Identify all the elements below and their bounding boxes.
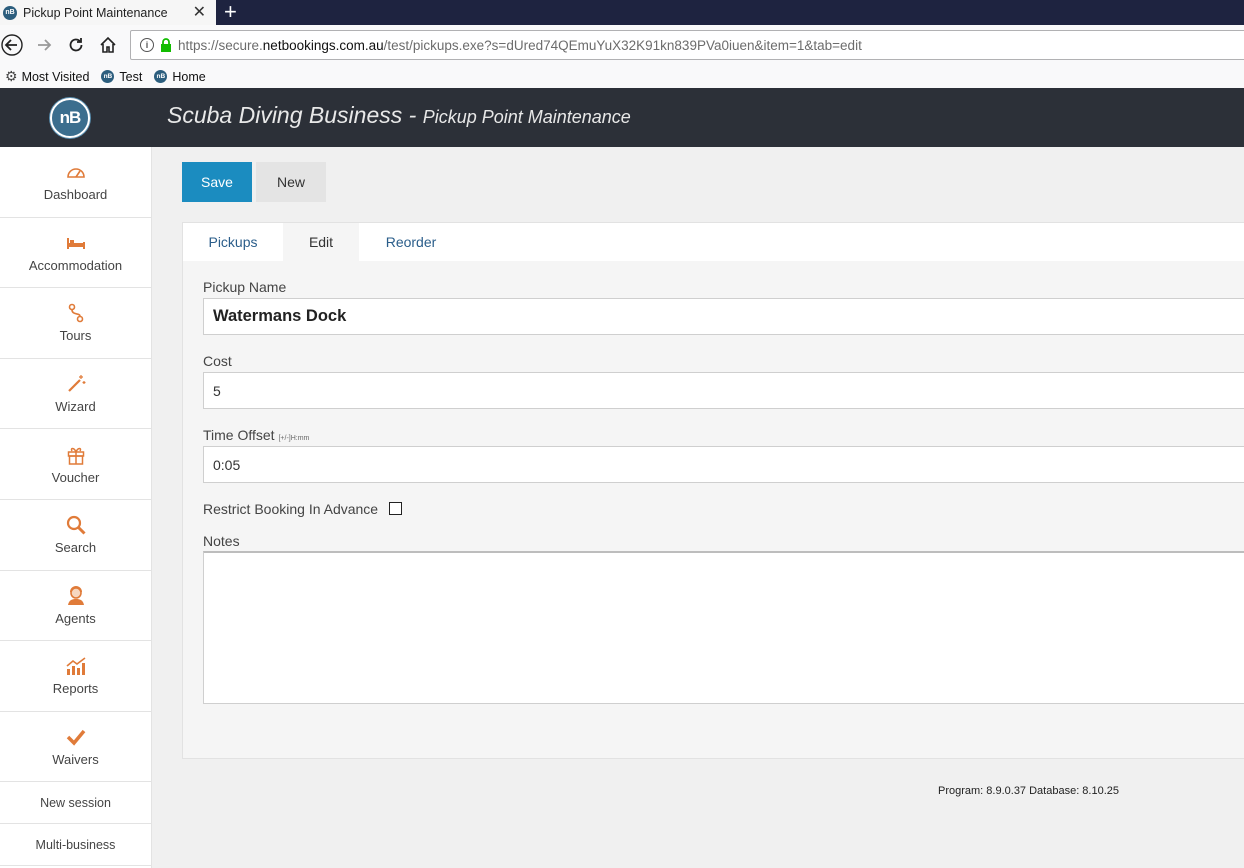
- sidebar-item-label: Reports: [52, 681, 99, 697]
- nb-favicon-icon: nB: [101, 70, 115, 83]
- sidebar-item-voucher[interactable]: Voucher: [0, 429, 151, 500]
- panel-tabs: Pickups Edit Reorder: [183, 223, 1244, 261]
- sidebar-item-label: Accommodation: [28, 257, 123, 273]
- home-icon: [100, 36, 116, 53]
- sidebar-item-label: Voucher: [51, 469, 100, 485]
- time-offset-label: Time Offset [+/-]H:mm: [203, 427, 310, 443]
- bookmark-test[interactable]: nB Test: [101, 70, 142, 84]
- sidebar-item-label: Agents: [55, 610, 96, 626]
- url-bar[interactable]: i https://secure.netbookings.com.au/test…: [130, 30, 1244, 60]
- route-icon: [68, 304, 83, 323]
- bookmark-label: Most Visited: [21, 69, 90, 84]
- home-button[interactable]: [96, 33, 120, 57]
- pickup-name-input[interactable]: Watermans Dock: [203, 298, 1244, 335]
- sidebar-item-label: Tours: [59, 328, 92, 344]
- sidebar-item-search[interactable]: Search: [0, 500, 151, 571]
- tab-reorder[interactable]: Reorder: [359, 223, 463, 261]
- wand-icon: [67, 375, 85, 392]
- sidebar-item-label: Dashboard: [43, 187, 108, 203]
- tab-title: Pickup Point Maintenance: [23, 5, 168, 20]
- cost-input[interactable]: 5: [203, 372, 1244, 409]
- gift-icon: [67, 447, 84, 465]
- chart-icon: [65, 657, 85, 676]
- sidebar-item-tours[interactable]: Tours: [0, 288, 151, 359]
- notes-label: Notes: [203, 533, 240, 549]
- cost-label: Cost: [203, 353, 232, 369]
- netbookings-logo[interactable]: nB: [50, 98, 90, 138]
- bookmark-label: Home: [172, 69, 206, 84]
- tab-close-icon[interactable]: ✕: [193, 2, 206, 22]
- reload-icon: [69, 38, 83, 52]
- time-offset-input[interactable]: 0:05: [203, 446, 1244, 483]
- gear-icon: ⚙: [5, 68, 18, 84]
- browser-navbar: i https://secure.netbookings.com.au/test…: [0, 25, 1244, 65]
- business-name: Scuba Diving Business: [167, 102, 403, 128]
- bookmark-most-visited[interactable]: ⚙ Most Visited: [0, 68, 89, 85]
- edit-panel: Pickups Edit Reorder Pickup Name Waterma…: [182, 222, 1244, 759]
- sidebar-item-new-session[interactable]: New session: [0, 782, 151, 825]
- app-header: nB Scuba Diving Business - Pickup Point …: [0, 88, 1244, 147]
- new-button[interactable]: New: [256, 162, 326, 202]
- sidebar-item-label: Search: [54, 540, 97, 556]
- agent-icon: [67, 585, 84, 605]
- reload-button[interactable]: [64, 33, 88, 57]
- sidebar: Dashboard Accommodation Tours Wizard Vou…: [0, 147, 152, 868]
- bed-icon: [66, 237, 85, 249]
- info-icon[interactable]: i: [140, 38, 154, 52]
- sidebar-item-waivers[interactable]: Waivers: [0, 712, 151, 783]
- check-icon: [66, 729, 85, 746]
- browser-tab[interactable]: nB Pickup Point Maintenance ✕: [0, 0, 216, 25]
- notes-textarea[interactable]: [203, 551, 1244, 704]
- tab-pickups[interactable]: Pickups: [183, 223, 283, 261]
- time-offset-hint: [+/-]H:mm: [278, 435, 310, 442]
- sidebar-item-multi-business[interactable]: Multi-business: [0, 824, 151, 867]
- sidebar-item-label: Waivers: [52, 752, 99, 768]
- version-info: Program: 8.9.0.37 Database: 8.10.25: [938, 785, 1120, 797]
- bookmark-home[interactable]: nB Home: [154, 69, 206, 84]
- title-separator: -: [402, 102, 423, 128]
- sidebar-item-agents[interactable]: Agents: [0, 571, 151, 642]
- page-name: Pickup Point Maintenance: [422, 107, 631, 127]
- restrict-booking-checkbox[interactable]: [389, 502, 402, 515]
- pickup-name-label: Pickup Name: [203, 279, 287, 295]
- back-button[interactable]: [0, 33, 24, 57]
- sidebar-item-reports[interactable]: Reports: [0, 641, 151, 712]
- back-arrow-icon: [1, 34, 23, 56]
- url-text: https://secure.netbookings.com.au/test/p…: [178, 37, 862, 53]
- sidebar-item-label: Wizard: [55, 399, 96, 415]
- sidebar-item-dashboard[interactable]: Dashboard: [0, 147, 151, 218]
- new-tab-button[interactable]: +: [224, 0, 237, 25]
- sidebar-item-accommodation[interactable]: Accommodation: [0, 218, 151, 289]
- tab-edit[interactable]: Edit: [283, 223, 359, 261]
- sidebar-item-wizard[interactable]: Wizard: [0, 359, 151, 430]
- bookmarks-bar: ⚙ Most Visited nB Test nB Home: [0, 65, 1244, 88]
- search-icon: [66, 516, 86, 535]
- nb-favicon-icon: nB: [154, 70, 168, 83]
- page-title: Scuba Diving Business - Pickup Point Mai…: [167, 102, 631, 129]
- browser-tabstrip: nB Pickup Point Maintenance ✕ +: [0, 0, 1244, 25]
- dashboard-icon: [66, 168, 85, 179]
- forward-arrow-icon: [38, 39, 52, 51]
- bookmark-label: Test: [119, 69, 143, 84]
- tab-favicon-icon: nB: [3, 5, 17, 20]
- save-button[interactable]: Save: [182, 162, 252, 202]
- restrict-booking-label: Restrict Booking In Advance: [203, 501, 379, 517]
- lock-icon: [161, 38, 171, 52]
- forward-button[interactable]: [32, 33, 56, 57]
